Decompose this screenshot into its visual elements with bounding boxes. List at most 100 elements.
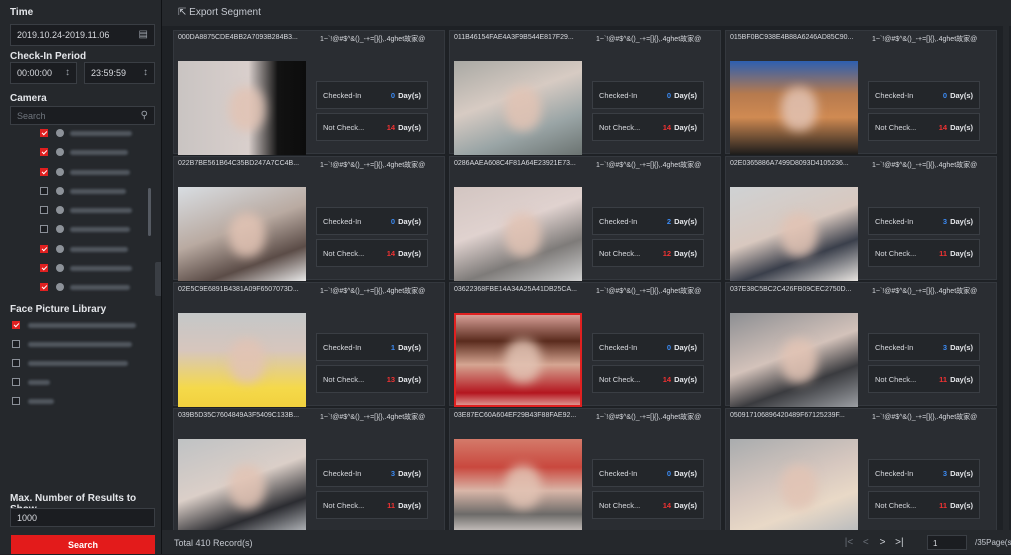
camera-item[interactable] — [10, 278, 155, 297]
face-photo[interactable] — [178, 187, 306, 281]
result-card[interactable]: 0286AAEA608C4F81A64E23921E73... 1~`!@#$^&… — [449, 156, 721, 281]
export-segment-button[interactable]: ⇱ Export Segment — [178, 7, 261, 18]
library-name-redacted — [28, 361, 128, 366]
library-checkbox[interactable] — [12, 397, 20, 405]
library-checkbox[interactable] — [12, 340, 20, 348]
spinner-icon[interactable]: ↕ — [65, 63, 70, 83]
person-id: 022B7BE561B64C35BD247A7CC4B... — [178, 160, 300, 167]
grid-scrollbar[interactable] — [1003, 26, 1009, 530]
camera-name-redacted — [70, 131, 132, 136]
checkin-end-field[interactable]: 23:59:59 ↕ — [84, 62, 155, 84]
camera-item[interactable] — [10, 143, 155, 162]
checkin-start-field[interactable]: 00:00:00 ↕ — [10, 62, 77, 84]
first-page-icon[interactable]: |< — [842, 537, 856, 548]
checked-in-stat-label: Checked-In — [323, 469, 362, 478]
days-unit: Day(s) — [674, 375, 697, 384]
library-checkbox[interactable] — [12, 378, 20, 386]
library-item[interactable] — [10, 392, 155, 411]
face-photo[interactable] — [730, 61, 858, 155]
face-photo[interactable] — [730, 439, 858, 530]
camera-checkbox[interactable] — [40, 206, 48, 215]
result-card[interactable]: 022B7BE561B64C35BD247A7CC4B... 1~`!@#$^&(… — [173, 156, 445, 281]
search-icon[interactable]: ⚲ — [141, 107, 148, 125]
camera-checkbox[interactable] — [40, 186, 48, 195]
library-checkbox[interactable] — [12, 321, 20, 329]
camera-checkbox[interactable] — [40, 129, 48, 137]
camera-checkbox[interactable] — [40, 283, 48, 292]
camera-checkbox[interactable] — [40, 225, 48, 234]
days-unit: Day(s) — [674, 217, 697, 226]
not-checked-stat-label: Not Check... — [599, 123, 641, 132]
days-unit: Day(s) — [674, 343, 697, 352]
result-card[interactable]: 03E87EC60A604EF29B43F88FAE92... 1~`!@#$^&… — [449, 408, 721, 530]
checked-in-stat: Checked-In 1 Day(s) — [316, 333, 428, 361]
camera-item[interactable] — [10, 220, 155, 239]
camera-item[interactable] — [10, 240, 155, 259]
face-photo[interactable] — [730, 313, 858, 407]
days-unit: Day(s) — [950, 375, 973, 384]
days-unit: Day(s) — [674, 123, 697, 132]
library-checkbox[interactable] — [12, 359, 20, 367]
not-checked-stat: Not Check... 12 Day(s) — [592, 239, 704, 267]
not-checked-stat-count: 14 — [938, 123, 948, 132]
result-card[interactable]: 050917106896420489F67125239F... 1~`!@#$^&… — [725, 408, 997, 530]
face-photo[interactable] — [730, 187, 858, 281]
library-item[interactable] — [10, 373, 155, 392]
result-card[interactable]: 02E5C9E6891B4381A09F6507073D... 1~`!@#$^&… — [173, 282, 445, 407]
face-photo[interactable] — [178, 313, 306, 407]
library-name: 1~`!@#$^&()_-+=[]{},.4ghet故家@ — [596, 288, 702, 295]
camera-item[interactable] — [10, 163, 155, 182]
last-page-icon[interactable]: >| — [892, 537, 906, 548]
checked-in-stat-value: 1 Day(s) — [391, 343, 421, 352]
face-photo[interactable] — [454, 187, 582, 281]
calendar-icon[interactable]: ▤ — [139, 25, 148, 45]
face-photo[interactable] — [454, 61, 582, 155]
result-card[interactable]: 037E38C5BC2C426FB09CEC2750D... 1~`!@#$^&(… — [725, 282, 997, 407]
checked-in-stat-value: 3 Day(s) — [943, 469, 973, 478]
checked-in-stat-label: Checked-In — [323, 343, 362, 352]
camera-icon — [56, 283, 64, 292]
camera-item[interactable] — [10, 182, 155, 201]
camera-item[interactable] — [10, 124, 155, 143]
library-item[interactable] — [10, 354, 155, 373]
result-card[interactable]: 011B46154FAE4A3F9B544E817F29... 1~`!@#$^&… — [449, 30, 721, 155]
not-checked-stat-value: 14 Day(s) — [939, 123, 973, 132]
library-item[interactable] — [10, 335, 155, 354]
camera-list-scrollbar[interactable] — [148, 188, 151, 236]
camera-item[interactable] — [10, 259, 155, 278]
library-item[interactable] — [10, 316, 155, 335]
page-number-input[interactable]: 1 — [927, 535, 967, 550]
library-name-redacted — [28, 380, 50, 385]
camera-checkbox[interactable] — [40, 167, 48, 176]
face-blur — [229, 339, 266, 384]
camera-icon — [56, 167, 64, 176]
camera-item[interactable] — [10, 201, 155, 220]
result-card[interactable]: 039B5D35C7604849A3F5409C133B... 1~`!@#$^&… — [173, 408, 445, 530]
face-photo[interactable] — [454, 439, 582, 530]
camera-name-redacted — [70, 246, 128, 252]
result-card[interactable]: 000DA8875CDE4BB2A7093B284B3... 1~`!@#$^&(… — [173, 30, 445, 155]
collapse-panel-handle[interactable] — [155, 262, 161, 296]
not-checked-stat-label: Not Check... — [599, 249, 641, 258]
result-card[interactable]: 03622368FBE14A34A25A41DB25CA... 1~`!@#$^&… — [449, 282, 721, 407]
face-photo[interactable] — [454, 313, 582, 407]
camera-checkbox[interactable] — [40, 244, 48, 253]
spinner-icon[interactable]: ↕ — [143, 63, 148, 83]
camera-checkbox[interactable] — [40, 148, 48, 157]
result-card[interactable]: 02E0365886A7499D8093D4105236... 1~`!@#$^&… — [725, 156, 997, 281]
time-range-field[interactable]: 2019.10.24-2019.11.06 ▤ — [10, 24, 155, 46]
camera-search-input[interactable]: Search ⚲ — [10, 106, 155, 125]
face-photo[interactable] — [178, 439, 306, 530]
result-card[interactable]: 015BF0BC938E4B88A6246AD85C90... 1~`!@#$^&… — [725, 30, 997, 155]
not-checked-stat-label: Not Check... — [323, 123, 365, 132]
search-button[interactable]: Search — [11, 535, 155, 554]
days-unit: Day(s) — [950, 91, 973, 100]
max-results-input[interactable]: 1000 — [10, 508, 155, 527]
library-name: 1~`!@#$^&()_-+=[]{},.4ghet故家@ — [872, 288, 978, 295]
next-page-icon[interactable]: > — [876, 537, 890, 548]
checked-in-stat-value: 0 Day(s) — [391, 217, 421, 226]
face-photo[interactable] — [178, 61, 306, 155]
camera-checkbox[interactable] — [40, 264, 48, 273]
camera-icon — [56, 244, 64, 253]
prev-page-icon[interactable]: < — [859, 537, 873, 548]
